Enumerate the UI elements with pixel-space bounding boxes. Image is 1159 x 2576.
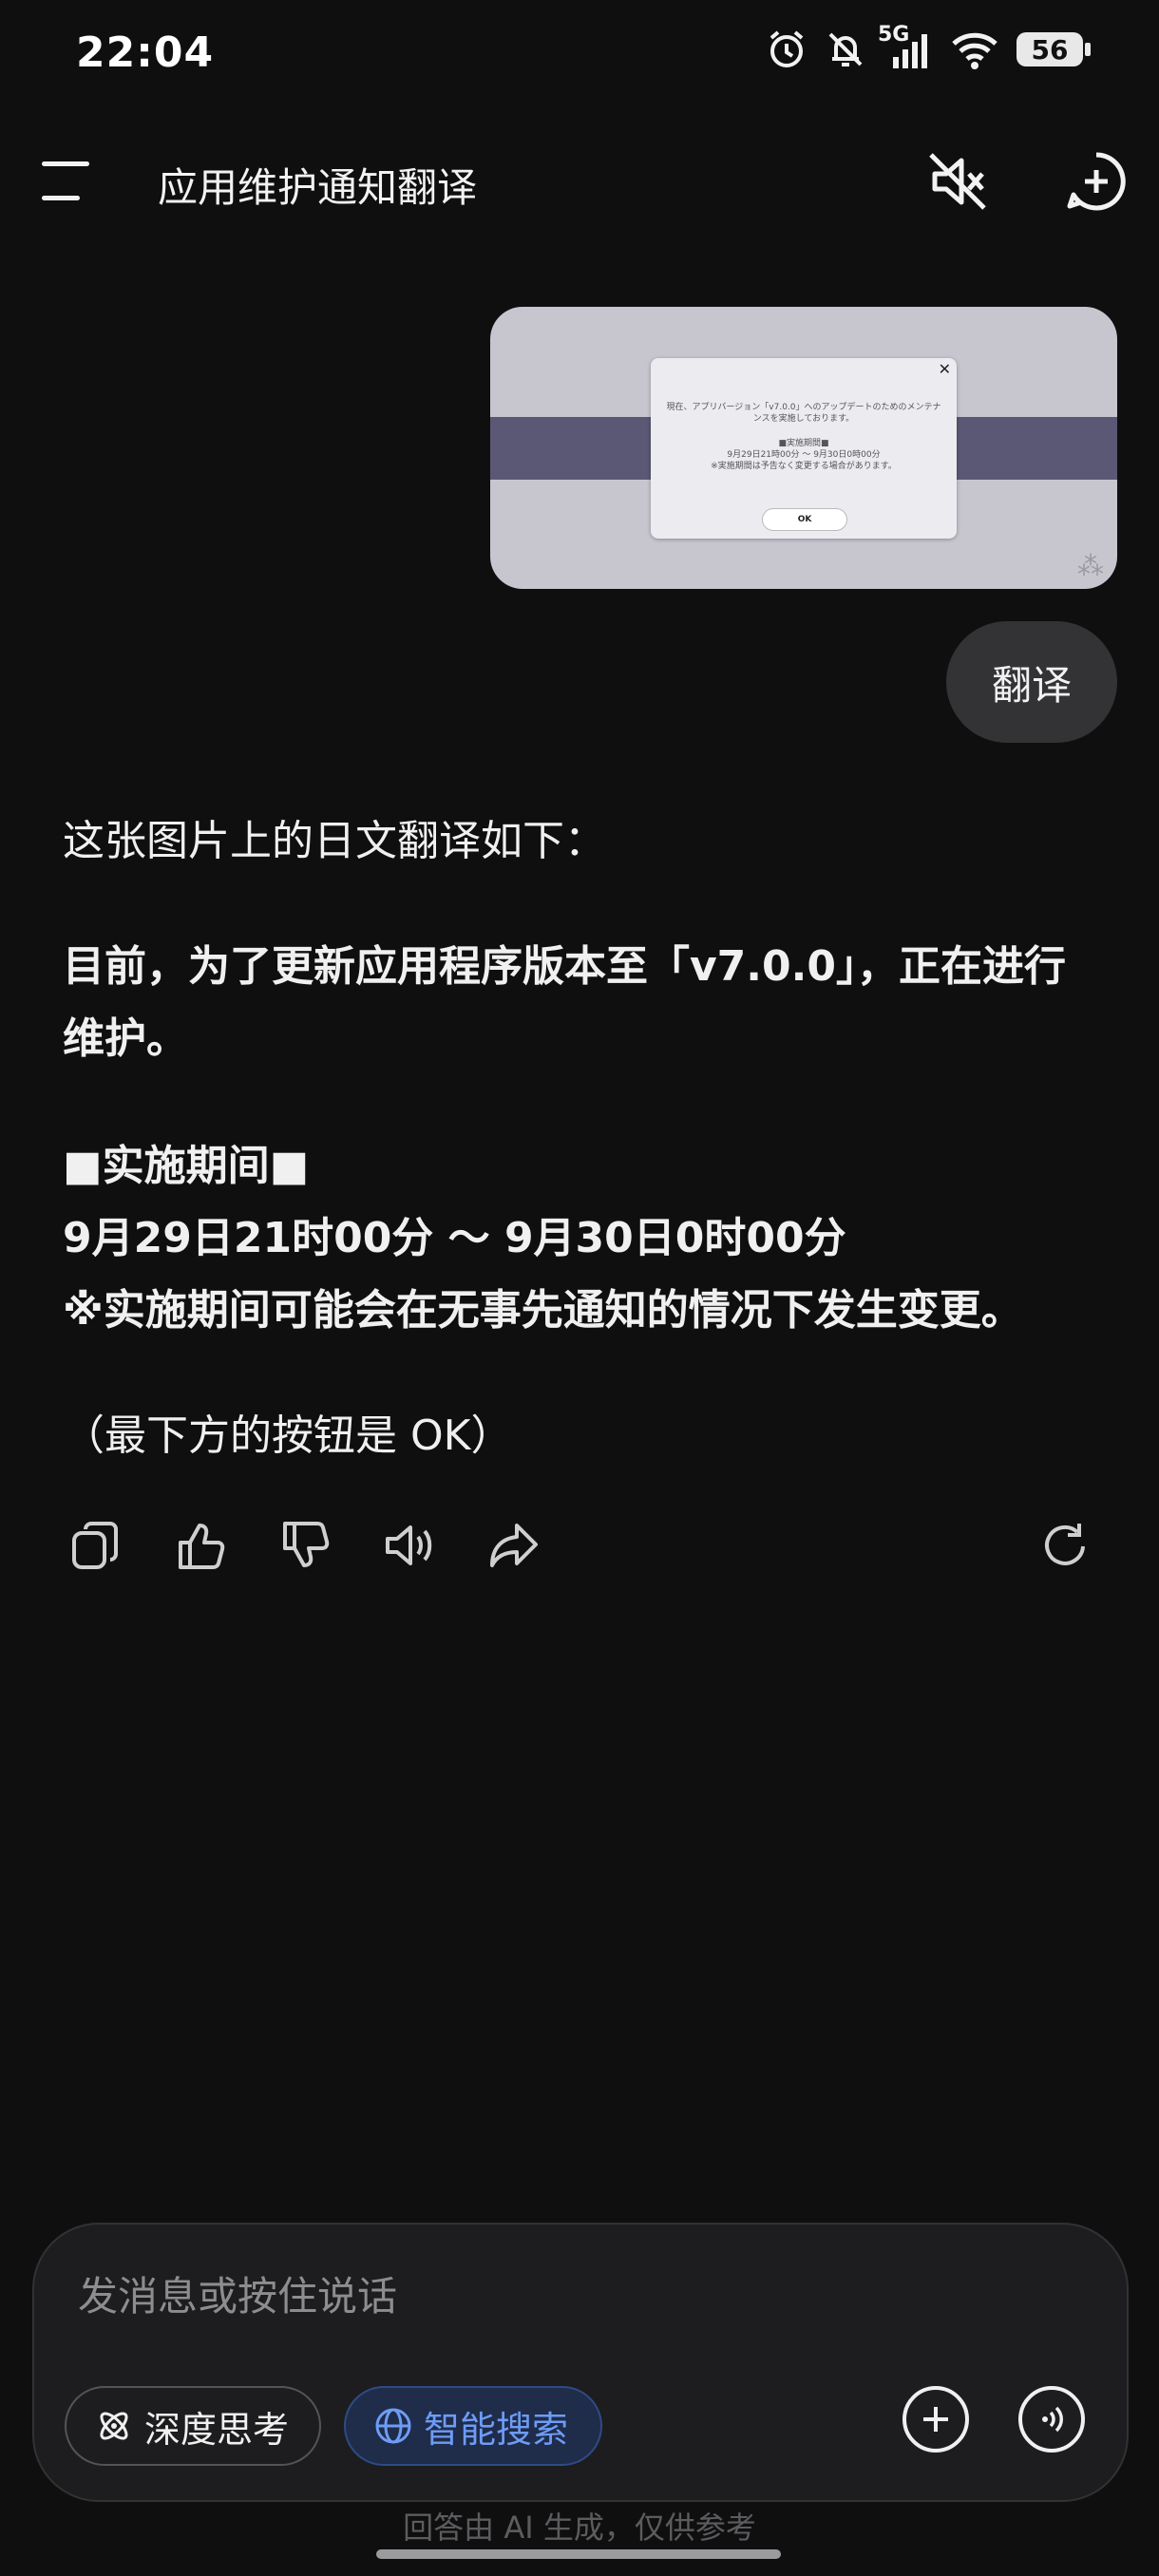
status-icons: 5G 56 xyxy=(766,23,1091,70)
answer-period-heading: ■实施期间■ xyxy=(63,1142,310,1190)
answer-period-note: ※实施期间可能会在无事先通知的情况下发生变更。 xyxy=(63,1286,1023,1335)
read-aloud-icon[interactable] xyxy=(384,1520,435,1571)
dialog-text: ※実施期間は予告なく変更する場合があります。 xyxy=(711,462,897,471)
dialog-text: ■実施期間■ xyxy=(778,439,829,448)
speaker-mute-icon[interactable] xyxy=(923,147,992,216)
loading-icon: ⁂ xyxy=(1077,550,1104,581)
dialog-text: 現在、アプリバージョン「v7.0.0」へのアップデートのためのメンテナ xyxy=(666,403,941,412)
thumbs-up-icon[interactable] xyxy=(175,1520,226,1571)
attached-image[interactable]: ✕ 現在、アプリバージョン「v7.0.0」へのアップデートのためのメンテナ ンス… xyxy=(490,307,1117,589)
regenerate-icon[interactable] xyxy=(1039,1520,1091,1571)
message-composer[interactable]: 发消息或按住说话 深度思考 智能搜索 xyxy=(32,2223,1129,2502)
new-chat-icon[interactable] xyxy=(1062,147,1130,216)
attach-button[interactable] xyxy=(902,2386,969,2453)
voice-call-button[interactable] xyxy=(1018,2386,1085,2453)
deep-think-label: 深度思考 xyxy=(144,2408,290,2451)
share-icon[interactable] xyxy=(488,1520,540,1571)
alarm-icon xyxy=(770,30,804,67)
message-input[interactable]: 发消息或按住说话 xyxy=(78,2264,397,2322)
close-icon: ✕ xyxy=(938,360,951,378)
answer-period-time: 9月29日21时00分 ～ 9月30日0时00分 xyxy=(63,1214,846,1262)
answer-paragraph-line: 目前，为了更新应用程序版本至「v7.0.0」，正在进行 xyxy=(63,942,1066,991)
copy-icon[interactable] xyxy=(70,1520,122,1571)
dialog-text: ンスを実施しております。 xyxy=(752,414,855,424)
battery-indicator: 56 xyxy=(1016,32,1091,66)
home-indicator[interactable] xyxy=(376,2549,781,2559)
voice-wave-icon xyxy=(1042,2406,1063,2433)
dialog-ok-button: OK xyxy=(762,508,847,531)
image-dialog: ✕ 現在、アプリバージョン「v7.0.0」へのアップデートのためのメンテナ ンス… xyxy=(651,358,957,539)
answer-paragraph-line: 维护。 xyxy=(63,1014,188,1063)
smart-search-label: 智能搜索 xyxy=(424,2408,569,2451)
user-message-bubble: 翻译 xyxy=(946,621,1117,743)
answer-intro: 这张图片上的日文翻译如下： xyxy=(63,817,606,865)
menu-button[interactable] xyxy=(42,161,95,203)
atom-icon xyxy=(100,2412,128,2440)
smart-search-button[interactable]: 智能搜索 xyxy=(344,2386,602,2466)
globe-icon xyxy=(375,2408,411,2444)
thumbs-down-icon[interactable] xyxy=(279,1520,331,1571)
message-actions xyxy=(70,1520,1106,1577)
dialog-text: 9月29日21時00分 〜 9月30日0時00分 xyxy=(727,450,881,460)
signal-icon: 5G xyxy=(878,23,933,70)
status-time: 22:04 xyxy=(76,28,215,77)
network-label: 5G xyxy=(878,23,910,47)
conversation-title: 应用维护通知翻译 xyxy=(158,164,478,211)
mute-bell-icon xyxy=(828,32,863,66)
plus-icon xyxy=(923,2407,948,2432)
ai-disclaimer: 回答由 AI 生成，仅供参考 xyxy=(403,2510,756,2546)
wifi-icon xyxy=(952,32,998,69)
deep-think-button[interactable]: 深度思考 xyxy=(65,2386,321,2466)
answer-footer-note: （最下方的按钮是 OK） xyxy=(63,1411,513,1460)
